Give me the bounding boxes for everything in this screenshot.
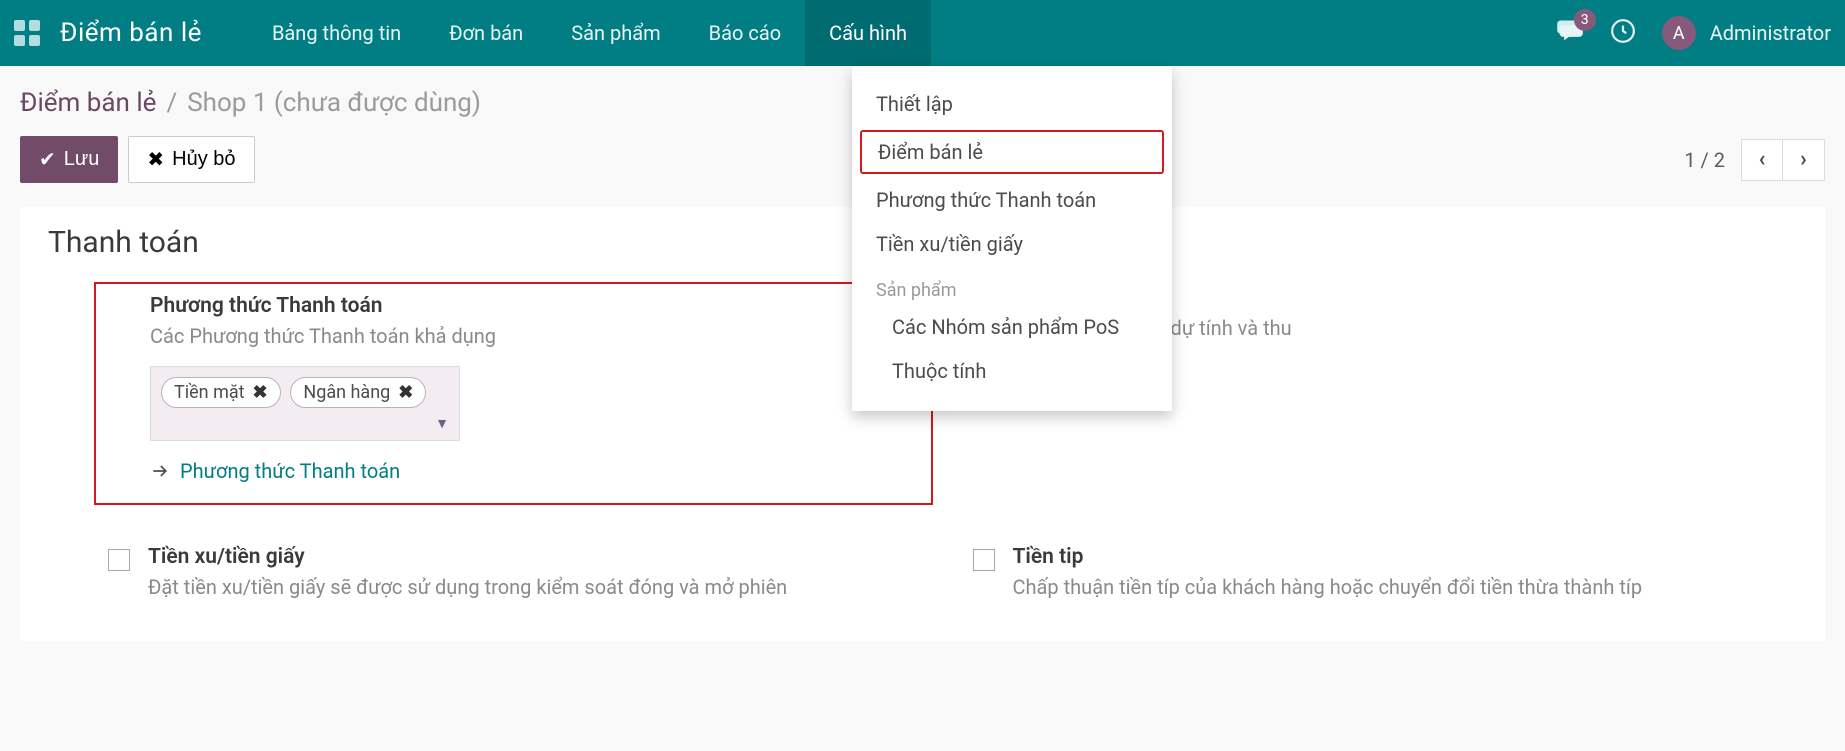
top-nav: Điểm bán lẻ Bảng thông tin Đơn bán Sản p…: [0, 0, 1845, 66]
checkbox[interactable]: [108, 549, 130, 571]
field-desc: Các Phương thức Thanh toán khả dụng: [150, 322, 917, 350]
user-menu[interactable]: A Administrator: [1662, 16, 1831, 50]
app-brand[interactable]: Điểm bán lẻ: [60, 18, 202, 48]
pager: 1 / 2 ‹ ›: [1684, 139, 1825, 181]
tag-label: Tiền mặt: [174, 382, 245, 403]
breadcrumb-current: Shop 1 (chưa được dùng): [187, 88, 481, 118]
username: Administrator: [1710, 21, 1831, 45]
tag-cash[interactable]: Tiền mặt ✖: [161, 377, 281, 408]
field-title: Tiền xu/tiền giấy: [148, 545, 933, 569]
field-desc: Chấp thuận tiền típ của khách hàng hoặc …: [1013, 573, 1798, 601]
dropdown-item-payment-methods[interactable]: Phương thức Thanh toán: [852, 178, 1172, 222]
nav-config[interactable]: Cấu hình: [805, 0, 931, 66]
tag-remove-icon[interactable]: ✖: [398, 382, 413, 403]
dropdown-item-pos[interactable]: Điểm bán lẻ: [860, 130, 1164, 174]
activity-icon[interactable]: [1610, 18, 1636, 48]
nav-dashboard[interactable]: Bảng thông tin: [248, 0, 425, 66]
pager-text: 1 / 2: [1684, 148, 1725, 172]
field-coins: Tiền xu/tiền giấy Đặt tiền xu/tiền giấy …: [108, 545, 933, 601]
dropdown-item-attributes[interactable]: Thuộc tính: [852, 349, 1172, 393]
nav-reports[interactable]: Báo cáo: [685, 0, 805, 66]
payment-methods-select[interactable]: Tiền mặt ✖ Ngân hàng ✖ ▼: [150, 366, 460, 441]
messages-icon[interactable]: 3: [1556, 17, 1584, 49]
check-icon: ✔: [39, 147, 56, 172]
main-nav: Bảng thông tin Đơn bán Sản phẩm Báo cáo …: [248, 0, 931, 66]
save-button[interactable]: ✔ Lưu: [20, 136, 118, 183]
pager-prev-button[interactable]: ‹: [1741, 139, 1783, 181]
payment-methods-link[interactable]: Phương thức Thanh toán: [150, 459, 917, 483]
save-button-label: Lưu: [64, 148, 100, 171]
chevron-down-icon[interactable]: ▼: [435, 415, 449, 432]
dropdown-section-products: Sản phẩm: [852, 266, 1172, 305]
apps-icon[interactable]: [14, 20, 40, 46]
dropdown-item-coins[interactable]: Tiền xu/tiền giấy: [852, 222, 1172, 266]
cancel-button[interactable]: ✖ Hủy bỏ: [128, 136, 254, 183]
close-icon: ✖: [147, 147, 164, 172]
tag-remove-icon[interactable]: ✖: [253, 382, 268, 403]
field-desc: Đặt tiền xu/tiền giấy sẽ được sử dụng tr…: [148, 573, 933, 601]
config-dropdown: Thiết lập Điểm bán lẻ Phương thức Thanh …: [852, 66, 1172, 411]
field-title: Phương thức Thanh toán: [150, 294, 917, 318]
dropdown-item-settings[interactable]: Thiết lập: [852, 82, 1172, 126]
messages-badge: 3: [1574, 9, 1596, 31]
avatar: A: [1662, 16, 1696, 50]
arrow-right-icon: [150, 461, 170, 481]
nav-products[interactable]: Sản phẩm: [547, 0, 684, 66]
breadcrumb-root[interactable]: Điểm bán lẻ: [20, 88, 156, 118]
field-payment-methods: Phương thức Thanh toán Các Phương thức T…: [94, 282, 933, 505]
field-title: Tiền tip: [1013, 545, 1798, 569]
cancel-button-label: Hủy bỏ: [172, 148, 235, 171]
field-tip: Tiền tip Chấp thuận tiền típ của khách h…: [973, 545, 1798, 601]
tag-bank[interactable]: Ngân hàng ✖: [290, 377, 426, 408]
topbar-right: 3 A Administrator: [1556, 16, 1831, 50]
tag-label: Ngân hàng: [303, 382, 390, 403]
dropdown-item-pos-categories[interactable]: Các Nhóm sản phẩm PoS: [852, 305, 1172, 349]
nav-orders[interactable]: Đơn bán: [425, 0, 547, 66]
breadcrumb-sep: /: [166, 88, 177, 118]
checkbox[interactable]: [973, 549, 995, 571]
link-label: Phương thức Thanh toán: [180, 459, 400, 483]
pager-next-button[interactable]: ›: [1783, 139, 1825, 181]
